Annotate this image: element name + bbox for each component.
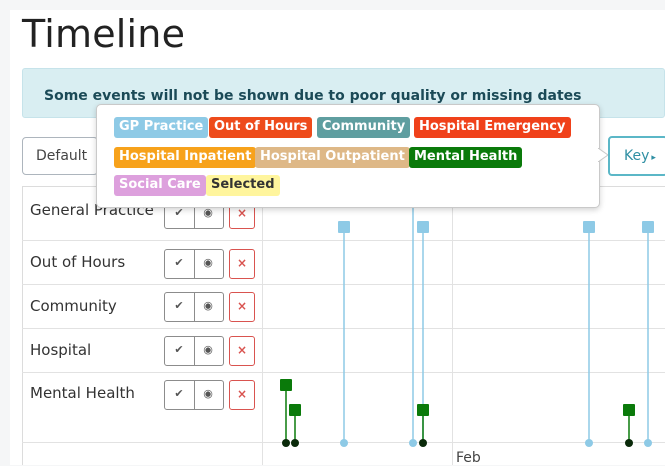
- mh-event-dot: [419, 439, 427, 447]
- gp-event-dot: [644, 439, 652, 447]
- mh-event-marker[interactable]: [623, 404, 635, 416]
- mh-event-marker[interactable]: [417, 404, 429, 416]
- legend-mental-health: Mental Health: [409, 147, 523, 168]
- gp-event-marker[interactable]: [338, 221, 350, 233]
- gp-event-marker[interactable]: [583, 221, 595, 233]
- legend-social-care: Social Care: [114, 175, 206, 196]
- legend-community: Community: [317, 117, 411, 138]
- legend-gp-practice: GP Practice: [114, 117, 209, 138]
- gp-event-dot: [409, 439, 417, 447]
- mh-event-dot: [625, 439, 633, 447]
- legend-out-of-hours: Out of Hours: [209, 117, 313, 138]
- gp-event-dot: [585, 439, 593, 447]
- mh-event-marker[interactable]: [280, 379, 292, 391]
- legend-selected: Selected: [206, 175, 280, 196]
- gp-event-dot: [340, 439, 348, 447]
- popover-arrow-icon: [598, 148, 608, 162]
- mh-event-dot: [282, 439, 290, 447]
- gp-event-marker[interactable]: [642, 221, 654, 233]
- legend-hospital-inpatient: Hospital Inpatient: [114, 147, 257, 168]
- legend-hospital-emergency: Hospital Emergency: [414, 117, 571, 138]
- legend-hospital-outpatient: Hospital Outpatient: [255, 147, 410, 168]
- timeline-events: [280, 200, 654, 447]
- mh-event-dot: [291, 439, 299, 447]
- gp-event-marker[interactable]: [417, 221, 429, 233]
- key-popover: GP Practice Out of Hours Community Hospi…: [96, 104, 600, 208]
- mh-event-marker[interactable]: [289, 404, 301, 416]
